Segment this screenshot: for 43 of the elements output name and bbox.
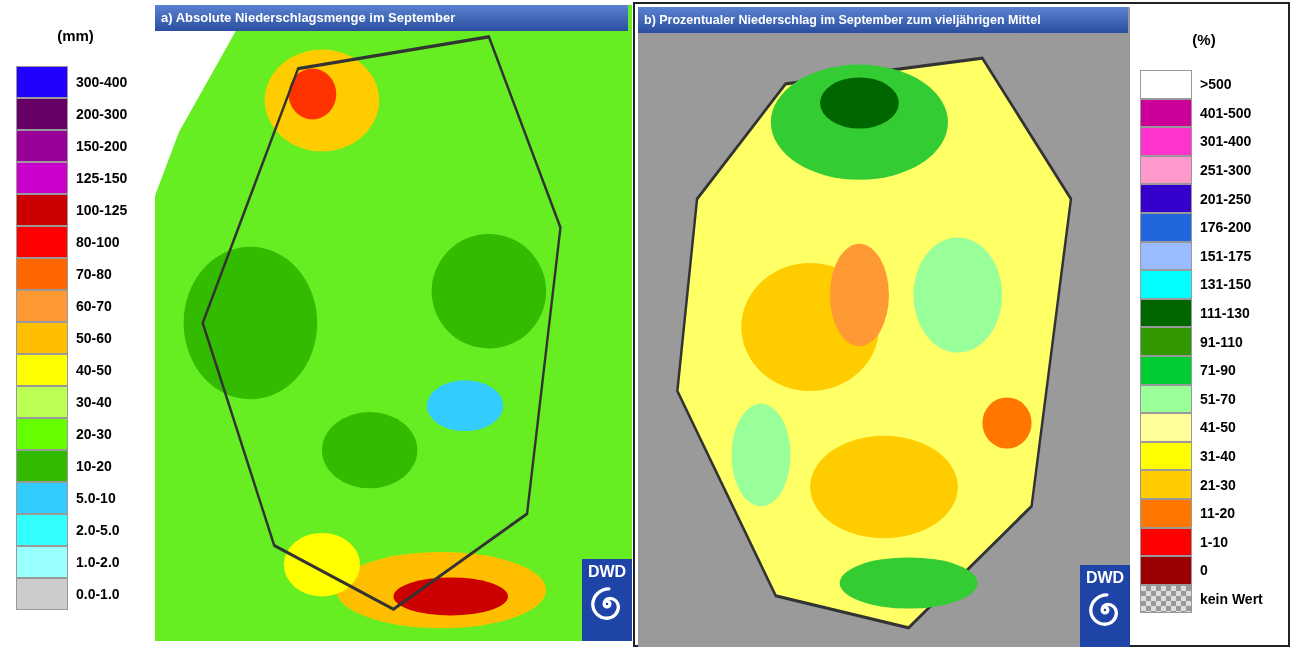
legend-label: 100-125 (76, 202, 128, 218)
legend-label: 31-40 (1200, 448, 1236, 464)
legend-label: 20-30 (76, 426, 112, 442)
legend-label: 0.0-1.0 (76, 586, 120, 602)
legend-label: 80-100 (76, 234, 120, 250)
legend-label: 71-90 (1200, 362, 1236, 379)
legend-label: 60-70 (76, 298, 112, 314)
legend-label: 150-200 (76, 138, 128, 154)
legend-label: 1-10 (1200, 533, 1229, 550)
map-title: a) Absolute Niederschlagsmenge im September (155, 5, 628, 31)
legend-label: 70-80 (76, 266, 112, 282)
legend-label: 401-500 (1200, 104, 1252, 121)
logo-text: DWD (1085, 569, 1125, 587)
map-title: b) Prozentualer Niederschlag im September zum vieljährigen Mittel (638, 7, 1128, 33)
legend-label: 2.0-5.0 (76, 522, 120, 538)
legend-label: 30-40 (76, 394, 112, 410)
legend-label: 301-400 (1200, 133, 1252, 150)
legend-label: 21-30 (1200, 476, 1236, 493)
legend-label: 11-20 (1200, 505, 1236, 522)
legend-unit: (%) (1191, 30, 1217, 50)
legend-swatch (1140, 584, 1192, 614)
logo-text: DWD (587, 563, 627, 581)
legend-label: 5.0-10 (76, 490, 116, 506)
legend-label: >500 (1200, 76, 1232, 93)
legend-label: 51-70 (1200, 390, 1236, 407)
legend-label: 176-200 (1200, 219, 1252, 236)
legend-label: 40-50 (76, 362, 112, 378)
legend-label: 41-50 (1200, 419, 1236, 436)
legend-label: 151-175 (1200, 247, 1252, 264)
legend-label: 125-150 (76, 170, 128, 186)
legend-label: 10-20 (76, 458, 112, 474)
legend-label: 0 (1200, 562, 1208, 579)
legend-label: 131-150 (1200, 276, 1252, 293)
legend-label: 111-130 (1200, 305, 1250, 322)
legend-label: 50-60 (76, 330, 112, 346)
legend-unit: (mm) (56, 26, 95, 46)
legend-label: 251-300 (1200, 162, 1252, 179)
legend-label: 300-400 (76, 74, 128, 90)
legend-label: 201-250 (1200, 190, 1252, 207)
legend-label: 91-110 (1200, 333, 1243, 350)
legend-label: 200-300 (76, 106, 128, 122)
legend-label: 1.0-2.0 (76, 554, 120, 570)
legend-label: kein Wert (1200, 591, 1263, 607)
